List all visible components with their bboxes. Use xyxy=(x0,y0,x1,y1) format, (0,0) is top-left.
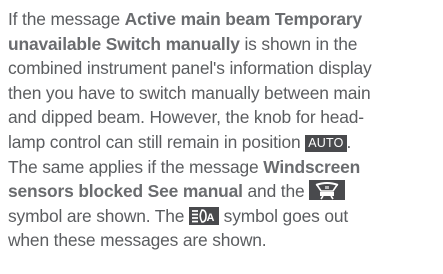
windscreen-sensor-icon xyxy=(309,180,346,201)
message-switch-manually: unavailable Switch manually xyxy=(8,33,240,54)
info-paragraph: If the message Active main beam Temporar… xyxy=(8,7,442,253)
text-line-3: combined instrument panel's information … xyxy=(8,58,372,79)
message-active-main-beam: Active main beam Temporary xyxy=(124,9,363,29)
text-line-4: then you have to switch manually between… xyxy=(8,82,371,103)
text-line-8: sensors blocked See manual and the xyxy=(8,179,442,204)
text-line-7: The same applies if the message Windscre… xyxy=(8,156,361,177)
text-line-9: symbol are shown. The A symbol goes out xyxy=(8,205,349,226)
message-windscreen: Windscreen xyxy=(263,156,361,177)
text-line-2: unavailable Switch manually is shown in … xyxy=(8,33,358,54)
auto-position-badge: AUTO xyxy=(305,134,347,152)
text-line-1: If the message Active main beam Temporar… xyxy=(8,9,363,29)
text-line-6: lamp control can still remain in positio… xyxy=(8,131,352,152)
svg-text:A: A xyxy=(207,212,215,224)
text-line-5: and dipped beam. However, the knob for h… xyxy=(8,107,364,128)
message-sensors-blocked: sensors blocked See manual xyxy=(8,181,243,202)
active-main-beam-icon: A xyxy=(189,206,219,225)
text-line-10: when these messages are shown. xyxy=(8,230,267,251)
